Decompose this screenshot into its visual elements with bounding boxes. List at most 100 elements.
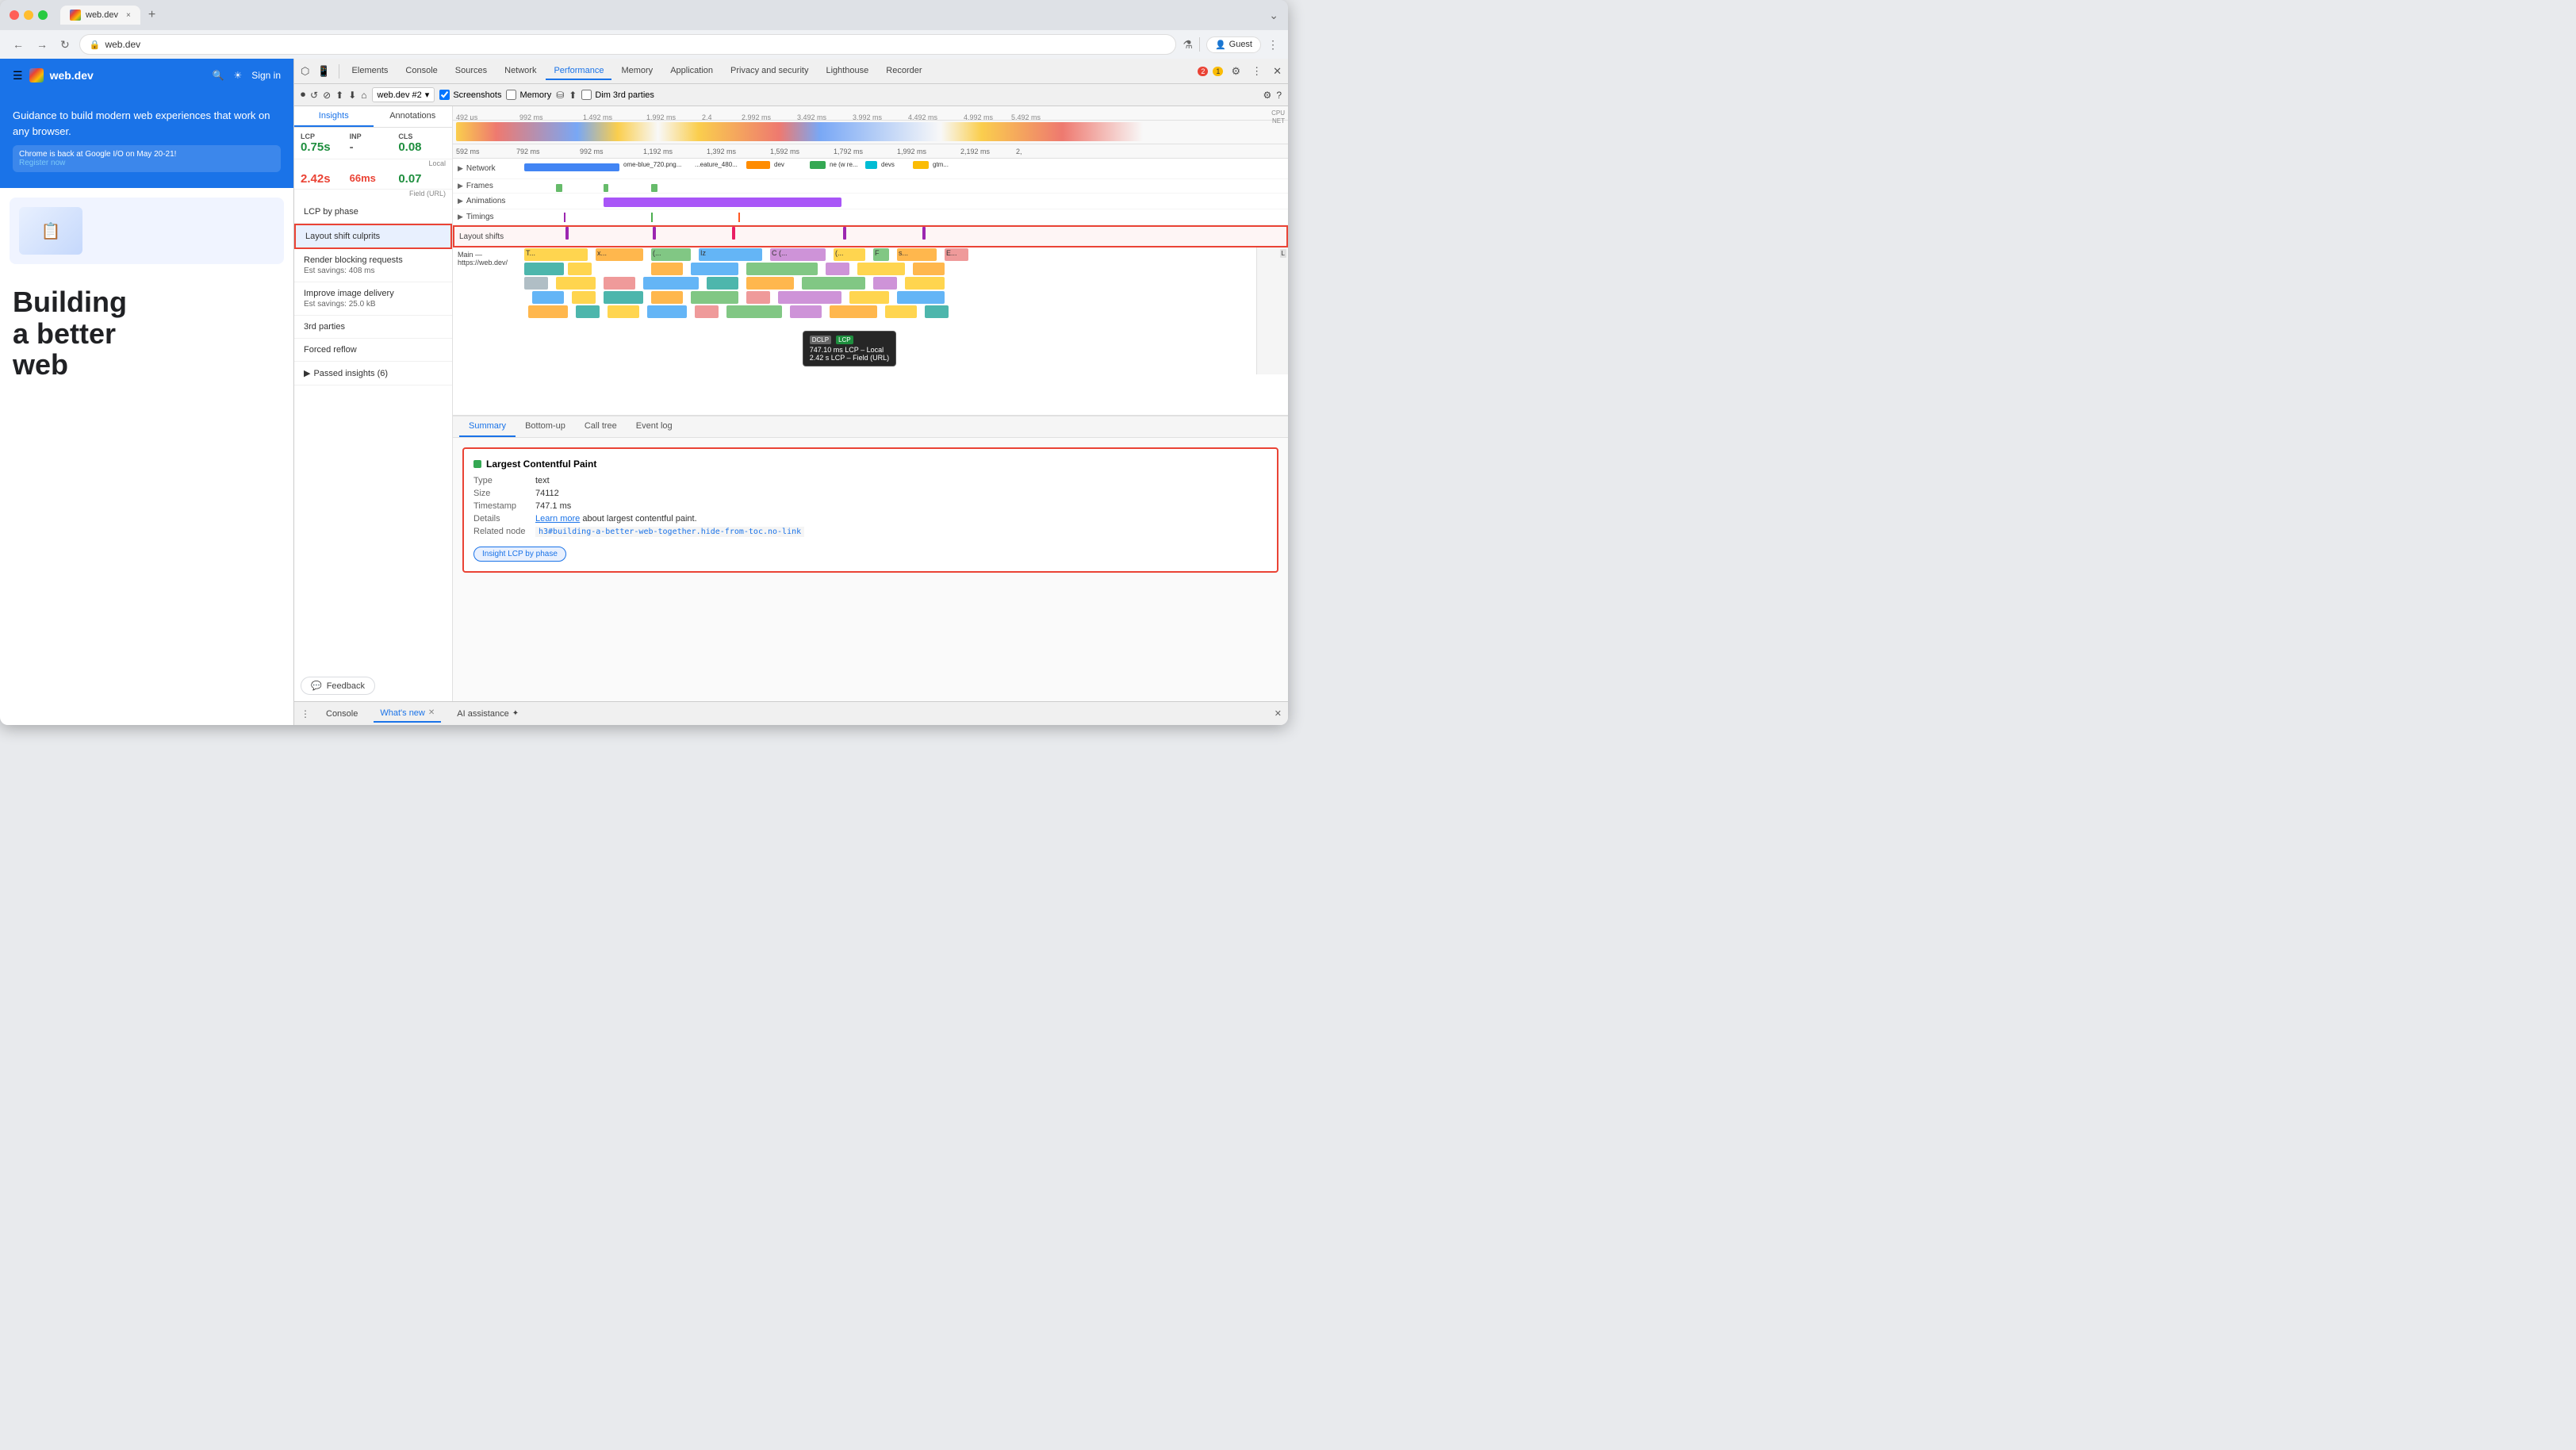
ruler2-mark-7: 1,992 ms [897, 148, 926, 155]
insight-3rd-parties[interactable]: 3rd parties [294, 316, 452, 339]
reload-record-button[interactable]: ↺ [310, 90, 318, 101]
tab-sources[interactable]: Sources [447, 63, 495, 80]
flame-block-23 [746, 277, 794, 290]
tab-privacy-security[interactable]: Privacy and security [723, 63, 816, 80]
help-icon[interactable]: ? [1276, 90, 1282, 101]
browser-tab-active[interactable]: web.dev × [60, 6, 140, 25]
ruler-mark-9: 4,992 ms [964, 113, 993, 121]
record-button[interactable]: ⏺ [301, 89, 305, 101]
flame-block-28 [572, 291, 596, 304]
network-label-3: dev [774, 161, 784, 168]
animation-bar-1 [604, 198, 841, 207]
flame-block-31 [691, 291, 738, 304]
maximize-button[interactable] [38, 10, 48, 20]
performance-toolbar: ⏺ ↺ ⊘ ⬆ ⬇ ⌂ web.dev #2 ▾ Screenshots Mem… [294, 84, 1288, 106]
device-toolbar-icon[interactable]: 📱 [314, 63, 333, 79]
performance-area: CPU NET 492 μs 992 ms 1,492 ms 1,992 ms … [453, 106, 1288, 701]
settings-icon[interactable]: ⚙ [1228, 63, 1244, 79]
tab-bottom-up[interactable]: Bottom-up [516, 416, 575, 437]
screenshots-checkbox[interactable]: Screenshots [439, 90, 501, 100]
bottom-tab-ai[interactable]: AI assistance ✦ [450, 706, 525, 722]
frames-track: ▶ Frames [453, 179, 1288, 194]
close-devtools-button[interactable]: ✕ [1270, 63, 1285, 79]
insight-passed[interactable]: ▶ Passed insights (6) [294, 362, 452, 386]
timings-label: Timings [466, 213, 494, 221]
tab-annotations[interactable]: Annotations [374, 106, 453, 127]
flame-block-18 [524, 277, 548, 290]
download-button[interactable]: ⬇ [348, 90, 356, 101]
dim-3rd-parties-checkbox[interactable]: Dim 3rd parties [581, 90, 654, 100]
chevron-down-icon[interactable]: ⌄ [1269, 9, 1278, 22]
new-tab-button[interactable]: + [144, 6, 160, 24]
flame-block-26 [905, 277, 945, 290]
flame-block-12 [651, 263, 683, 275]
tab-recorder[interactable]: Recorder [878, 63, 930, 80]
learn-more-link[interactable]: Learn more [535, 514, 580, 524]
register-link[interactable]: Register now [19, 159, 65, 167]
feedback-button[interactable]: 💬 Feedback [301, 677, 375, 695]
insight-render-blocking[interactable]: Render blocking requests Est savings: 40… [294, 249, 452, 282]
home-button[interactable]: ⌂ [361, 90, 366, 101]
tab-close-button[interactable]: × [126, 11, 131, 20]
tab-insights[interactable]: Insights [294, 106, 374, 127]
shift-5 [922, 227, 926, 240]
flame-block-24 [802, 277, 865, 290]
back-button[interactable]: ← [10, 36, 27, 52]
ruler-mark-5: 2,992 ms [742, 113, 771, 121]
tab-application[interactable]: Application [662, 63, 721, 80]
bottom-tab-console[interactable]: Console [320, 706, 364, 722]
insight-image-delivery[interactable]: Improve image delivery Est savings: 25.0… [294, 282, 452, 316]
drawer-menu-icon[interactable]: ⋮ [301, 708, 310, 719]
flame-block-35 [897, 291, 945, 304]
refresh-button[interactable]: ↻ [57, 36, 73, 53]
network-bar-1 [524, 163, 619, 171]
screenshots-check[interactable] [439, 90, 450, 100]
tab-bar: web.dev × + [60, 6, 1263, 25]
profile-button[interactable]: 👤 Guest [1206, 36, 1261, 53]
flame-block-33 [778, 291, 841, 304]
upload-profile-icon[interactable]: ⬆ [569, 90, 577, 101]
capture-settings-icon[interactable]: ⛁ [556, 90, 564, 101]
tab-console[interactable]: Console [397, 63, 445, 80]
session-select[interactable]: web.dev #2 ▾ [372, 87, 435, 102]
flame-row-2 [524, 262, 1256, 276]
tab-network[interactable]: Network [496, 63, 544, 80]
more-tools-icon[interactable]: ⋮ [1248, 63, 1265, 79]
bottom-tab-whats-new[interactable]: What's new ✕ [374, 705, 441, 723]
signin-link[interactable]: Sign in [251, 70, 281, 81]
dim-check[interactable] [581, 90, 592, 100]
minimize-button[interactable] [24, 10, 33, 20]
tab-elements[interactable]: Elements [344, 63, 397, 80]
insight-lcp-phase[interactable]: LCP by phase [294, 201, 452, 224]
performance-settings-icon[interactable]: ⚙ [1263, 90, 1272, 101]
close-button[interactable] [10, 10, 19, 20]
tab-event-log[interactable]: Event log [627, 416, 682, 437]
flame-block-36 [528, 305, 568, 318]
experiments-icon[interactable]: ⚗ [1183, 38, 1193, 52]
insight-forced-reflow[interactable]: Forced reflow [294, 339, 452, 362]
address-bar[interactable]: 🔒 web.dev [79, 34, 1177, 55]
insight-layout-shift[interactable]: Layout shift culprits [294, 224, 452, 249]
tab-memory[interactable]: Memory [613, 63, 661, 80]
whats-new-close-icon[interactable]: ✕ [428, 708, 435, 717]
forward-button[interactable]: → [33, 36, 51, 52]
inspect-element-icon[interactable]: ⬡ [297, 63, 312, 79]
tab-summary[interactable]: Summary [459, 416, 516, 437]
upload-button[interactable]: ⬆ [335, 90, 343, 101]
tab-lighthouse[interactable]: Lighthouse [818, 63, 876, 80]
clear-button[interactable]: ⊘ [323, 90, 331, 101]
green-dot-icon [473, 460, 481, 468]
memory-check[interactable] [506, 90, 516, 100]
menu-icon[interactable]: ⋮ [1267, 38, 1278, 52]
insight-lcp-button[interactable]: Insight LCP by phase [473, 547, 566, 562]
frames-track-label: ▶ Frames [453, 182, 524, 190]
error-badge: 2 [1198, 67, 1208, 76]
flame-row-3 [524, 276, 1256, 290]
network-bar-5 [913, 161, 929, 169]
memory-checkbox[interactable]: Memory [506, 90, 551, 100]
bottom-bar-close-icon[interactable]: ✕ [1275, 708, 1282, 719]
tab-call-tree[interactable]: Call tree [575, 416, 627, 437]
tab-performance[interactable]: Performance [546, 63, 611, 80]
cpu-overview [453, 121, 1288, 144]
frame-2 [604, 184, 608, 192]
